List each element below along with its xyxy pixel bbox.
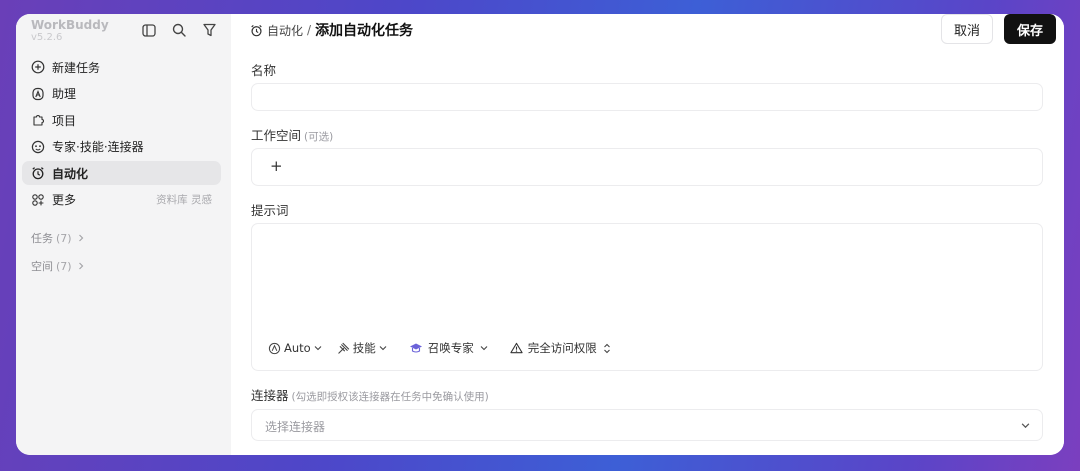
chevron-down-icon (1021, 421, 1030, 430)
connector-placeholder: 选择连接器 (265, 420, 326, 434)
chevron-down-icon (480, 344, 488, 352)
workspace-optional-hint: (可选) (304, 131, 334, 143)
more-hint: 资料库 灵感 (156, 194, 212, 207)
connector-hint: (勾选即授权该连接器在任务中免确认使用) (291, 391, 489, 403)
brand: WorkBuddy v5.2.6 (31, 18, 109, 44)
sidebar-item-automation[interactable]: 自动化 (22, 161, 221, 186)
breadcrumb-parent[interactable]: 自动化 (267, 22, 303, 39)
sidebar-item-experts[interactable]: 专家·技能·连接器 (22, 135, 221, 159)
sidebar-nav: 新建任务 助理 项目 专家·技能·连接器 自动化 更多 资料库 灵感 (22, 55, 221, 215)
access-permission-label: 完全访问权限 (527, 341, 597, 355)
chevron-right-icon (77, 262, 85, 270)
summon-expert-label: 召唤专家 (427, 341, 474, 355)
name-label-text: 名称 (251, 63, 277, 78)
skills-icon (337, 342, 350, 355)
group-label: 任务 (31, 232, 53, 245)
chevron-updown-icon (603, 343, 611, 354)
warning-icon (510, 342, 523, 354)
main-panel: 自动化 / 添加自动化任务 取消 保存 名称 工作空间 (可选) + 提示词 A… (231, 14, 1064, 455)
search-icon[interactable] (170, 22, 188, 38)
sidebar-item-assistant[interactable]: 助理 (22, 82, 221, 106)
group-label: 空间 (31, 260, 53, 273)
model-label: Auto (284, 341, 311, 355)
sidebar: WorkBuddy v5.2.6 新建任务 助理 项目 专家·技能·连接器 自动… (16, 14, 231, 455)
plus-circle-icon (31, 60, 45, 74)
workspace-field: + (251, 148, 1043, 186)
model-selector[interactable]: Auto (268, 341, 322, 355)
chevron-down-icon (379, 344, 387, 352)
access-permission-selector[interactable]: 完全访问权限 (510, 340, 611, 356)
workspace-label-text: 工作空间 (251, 128, 302, 143)
sidebar-item-label: 项目 (52, 113, 77, 128)
grid-icon (31, 193, 45, 207)
name-label: 名称 (251, 60, 276, 79)
sidebar-item-label: 专家·技能·连接器 (52, 140, 144, 155)
group-count: (7) (56, 231, 72, 245)
app-version: v5.2.6 (31, 32, 63, 43)
connector-select[interactable]: 选择连接器 (251, 409, 1043, 441)
breadcrumb-separator: / (307, 23, 312, 37)
assistant-icon (31, 87, 45, 101)
skills-selector[interactable]: 技能 (337, 340, 387, 356)
app-name: WorkBuddy (31, 18, 109, 32)
breadcrumb: 自动化 / 添加自动化任务 (250, 20, 413, 40)
name-input[interactable] (252, 84, 1042, 110)
auto-mode-icon (268, 342, 281, 355)
sidebar-item-more[interactable]: 更多 资料库 灵感 (22, 188, 221, 212)
filter-icon[interactable] (200, 22, 218, 38)
chevron-down-icon (314, 344, 322, 352)
chevron-right-icon (77, 234, 85, 242)
prompt-toolbar: Auto 技能 召唤专家 完全访问权限 (268, 340, 611, 356)
alarm-clock-icon (250, 24, 263, 37)
cancel-button[interactable]: 取消 (941, 14, 993, 44)
app-window: WorkBuddy v5.2.6 新建任务 助理 项目 专家·技能·连接器 自动… (16, 14, 1064, 455)
sidebar-item-label: 自动化 (52, 166, 89, 181)
expert-icon (31, 140, 45, 154)
prompt-label-text: 提示词 (251, 203, 289, 218)
sidebar-item-projects[interactable]: 项目 (22, 108, 221, 132)
sidebar-item-label: 助理 (52, 87, 77, 102)
sidebar-item-label: 新建任务 (52, 60, 101, 75)
graduation-cap-icon (409, 342, 423, 354)
puzzle-icon (31, 113, 45, 127)
connector-label-text: 连接器 (251, 388, 289, 403)
sidebar-item-new-task[interactable]: 新建任务 (22, 55, 221, 79)
name-field (251, 83, 1043, 111)
sidebar-item-label: 更多 (52, 193, 77, 208)
workspace-label: 工作空间 (可选) (251, 125, 333, 144)
connector-label: 连接器 (勾选即授权该连接器在任务中免确认使用) (251, 385, 489, 404)
save-button[interactable]: 保存 (1004, 14, 1056, 44)
page-title: 添加自动化任务 (315, 23, 414, 39)
summon-expert-selector[interactable]: 召唤专家 (409, 340, 488, 356)
sidebar-toolbar (140, 22, 218, 38)
sidebar-group-spaces[interactable]: 空间 (7) (31, 258, 85, 274)
prompt-label: 提示词 (251, 200, 289, 219)
add-workspace-button[interactable]: + (270, 157, 283, 175)
prompt-field[interactable]: Auto 技能 召唤专家 完全访问权限 (251, 223, 1043, 371)
sidebar-toggle-icon[interactable] (140, 22, 158, 38)
skills-label: 技能 (352, 341, 376, 355)
sidebar-group-tasks[interactable]: 任务 (7) (31, 230, 85, 246)
alarm-clock-icon (31, 166, 45, 180)
group-count: (7) (56, 259, 72, 273)
